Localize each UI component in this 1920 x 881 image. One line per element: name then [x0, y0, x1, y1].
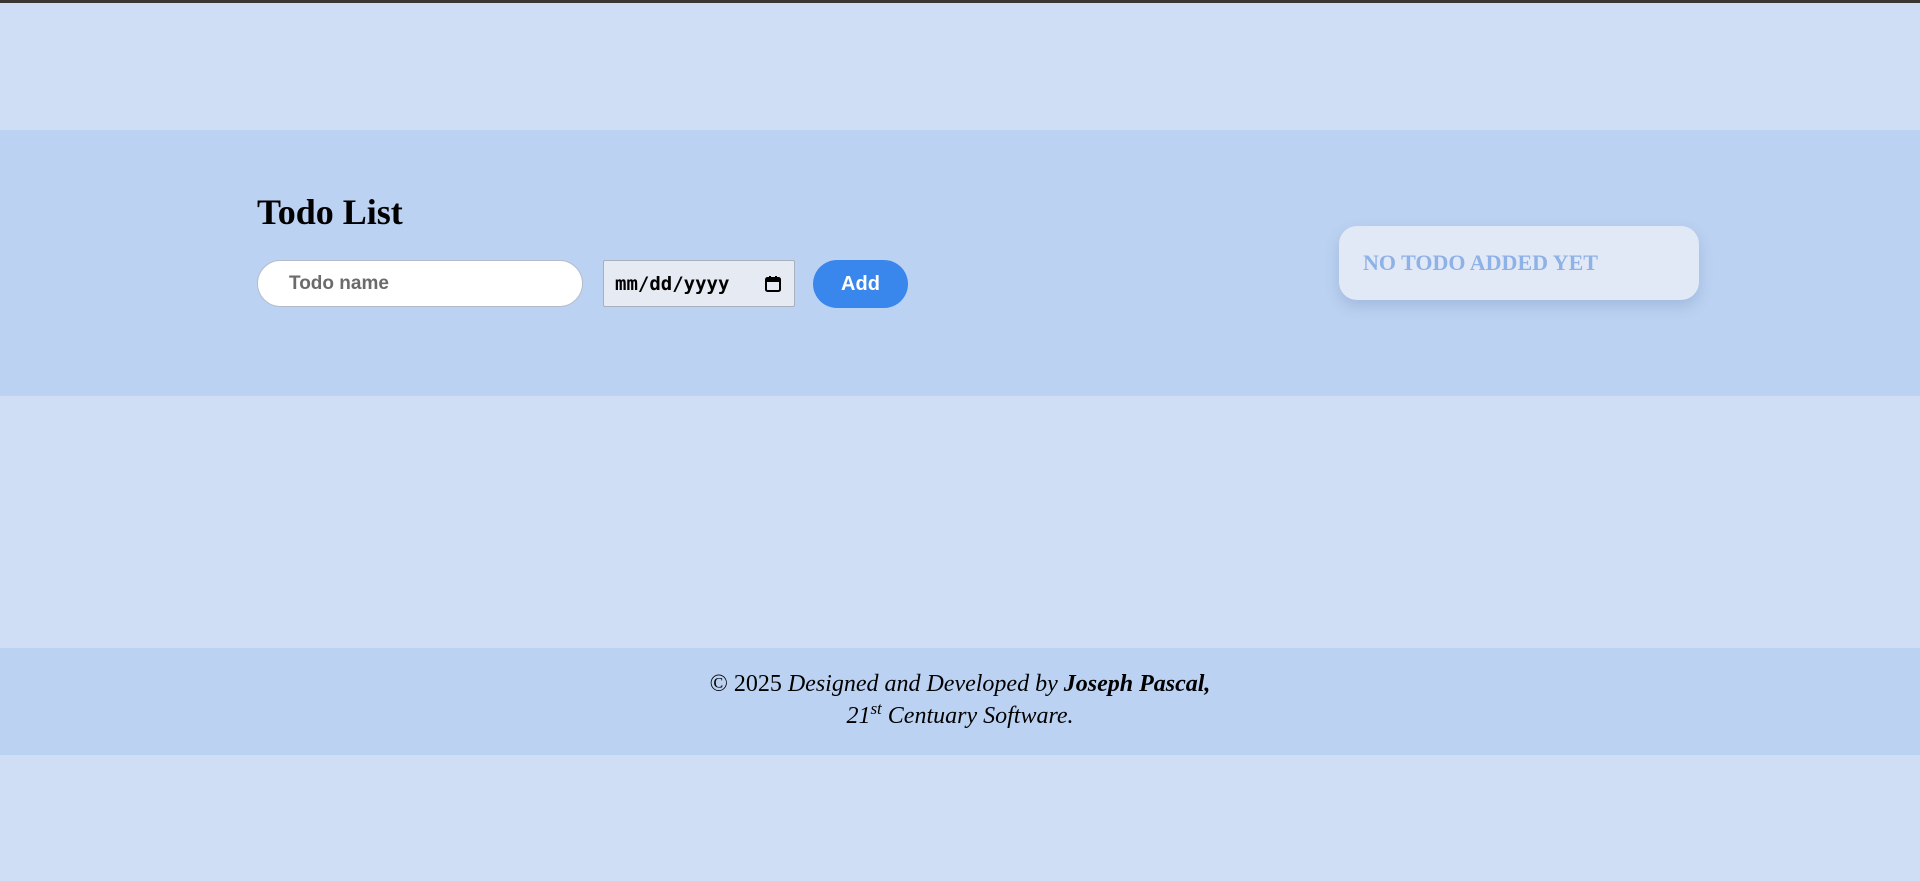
- calendar-icon[interactable]: [764, 275, 782, 293]
- footer-credit: © 2025 Designed and Developed by Joseph …: [0, 670, 1920, 698]
- company-name: Centuary Software.: [887, 703, 1074, 729]
- footer-company: 21st Centuary Software.: [0, 699, 1920, 730]
- author-name: Joseph Pascal,: [1063, 671, 1211, 697]
- credit-text: Designed and Developed by: [787, 671, 1058, 697]
- century-number: 21: [846, 703, 871, 729]
- browser-top-strip: [0, 0, 1920, 3]
- page-title: Todo List: [257, 192, 403, 232]
- footer: © 2025 Designed and Developed by Joseph …: [0, 648, 1920, 755]
- copyright: © 2025: [709, 671, 782, 697]
- empty-todo-card: NO TODO ADDED YET: [1339, 226, 1699, 300]
- empty-todo-message: NO TODO ADDED YET: [1363, 250, 1598, 275]
- add-button[interactable]: Add: [813, 260, 908, 308]
- date-placeholder: mm/dd/yyyy: [615, 272, 730, 295]
- century-suffix: st: [870, 699, 882, 718]
- todo-name-input[interactable]: [257, 260, 583, 307]
- date-input[interactable]: mm/dd/yyyy: [603, 260, 795, 307]
